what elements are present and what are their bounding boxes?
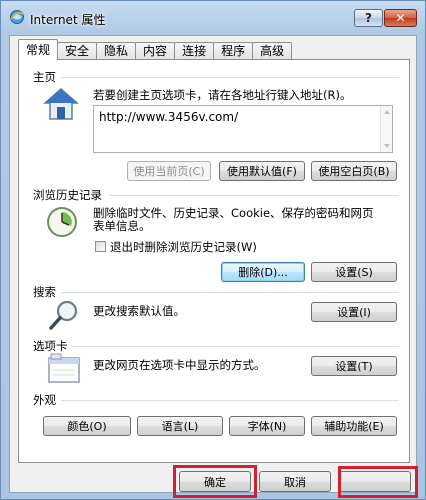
history-section-title: 浏览历史记录 <box>33 188 102 202</box>
fonts-button[interactable]: 字体(N) <box>229 416 305 436</box>
homepage-section-title: 主页 <box>33 70 56 84</box>
homepage-description: 若要创建主页选项卡，请在各地址行键入地址(R)。 <box>93 88 352 102</box>
tab-strip: 常规 安全 隐私 内容 连接 程序 高级 <box>18 39 293 60</box>
tabs-window-icon <box>48 353 80 383</box>
divider <box>61 292 399 293</box>
languages-button[interactable]: 语言(L) <box>137 416 223 436</box>
delete-history-on-exit-checkbox[interactable] <box>95 241 106 252</box>
ok-button-highlight <box>173 465 257 498</box>
magnifier-icon <box>49 300 78 330</box>
divider <box>61 77 399 78</box>
close-button[interactable]: ✕ <box>384 9 417 27</box>
homepage-url-value: http://www.3456v.com/ <box>99 110 239 124</box>
help-button[interactable]: ? <box>354 9 383 27</box>
accessibility-button[interactable]: 辅助功能(E) <box>311 416 397 436</box>
history-clock-icon <box>47 207 77 237</box>
history-settings-button[interactable]: 设置(S) <box>311 262 397 282</box>
url-scrollbar[interactable] <box>380 106 392 152</box>
search-description: 更改搜索默认值。 <box>93 304 185 318</box>
cancel-button[interactable]: 取消 <box>259 471 331 492</box>
tabs-description: 更改网页在选项卡中显示的方式。 <box>93 358 266 372</box>
history-description-line-2: 表单信息。 <box>93 219 151 233</box>
tab-privacy[interactable]: 隐私 <box>96 42 137 60</box>
use-default-button[interactable]: 使用默认值(F) <box>219 161 305 181</box>
tabs-settings-button[interactable]: 设置(T) <box>311 356 397 376</box>
use-current-page-button[interactable]: 使用当前页(C) <box>127 161 211 181</box>
scroll-up-arrow-icon[interactable] <box>384 110 390 114</box>
homepage-url-textbox[interactable]: http://www.3456v.com/ <box>93 105 393 153</box>
tab-connections[interactable]: 连接 <box>174 42 215 60</box>
delete-history-button[interactable]: 删除(D)... <box>221 262 305 282</box>
tab-advanced[interactable]: 高级 <box>252 42 293 60</box>
title-bar[interactable]: Internet 属性 ? ✕ <box>1 1 425 35</box>
history-description-line-1: 删除临时文件、历史记录、Cookie、保存的密码和网页 <box>93 206 374 220</box>
divider <box>71 346 399 347</box>
colors-button[interactable]: 颜色(O) <box>43 416 131 436</box>
tab-programs[interactable]: 程序 <box>213 42 254 60</box>
tab-general[interactable]: 常规 <box>18 39 59 60</box>
tab-content[interactable]: 内容 <box>135 42 176 60</box>
scroll-down-arrow-icon[interactable] <box>384 144 390 148</box>
window-title: Internet 属性 <box>30 13 106 27</box>
tab-security[interactable]: 安全 <box>57 42 98 60</box>
appearance-section-title: 外观 <box>33 393 56 407</box>
internet-options-window: Internet 属性 ? ✕ 常规 安全 隐私 内容 连接 程序 高级 主页 … <box>0 0 426 500</box>
apply-button-highlight <box>338 466 418 498</box>
internet-explorer-icon <box>10 10 25 24</box>
dialog-client: 常规 安全 隐私 内容 连接 程序 高级 主页 若要创建主页选项卡，请在各地址行… <box>9 35 417 493</box>
divider <box>109 195 399 196</box>
general-tab-panel: 主页 若要创建主页选项卡，请在各地址行键入地址(R)。 http://www.3… <box>18 59 410 463</box>
search-settings-button[interactable]: 设置(I) <box>311 302 397 322</box>
home-icon <box>43 88 79 120</box>
divider <box>61 400 399 401</box>
delete-history-on-exit-label[interactable]: 退出时删除浏览历史记录(W) <box>110 240 257 254</box>
use-blank-button[interactable]: 使用空白页(B) <box>311 161 397 181</box>
